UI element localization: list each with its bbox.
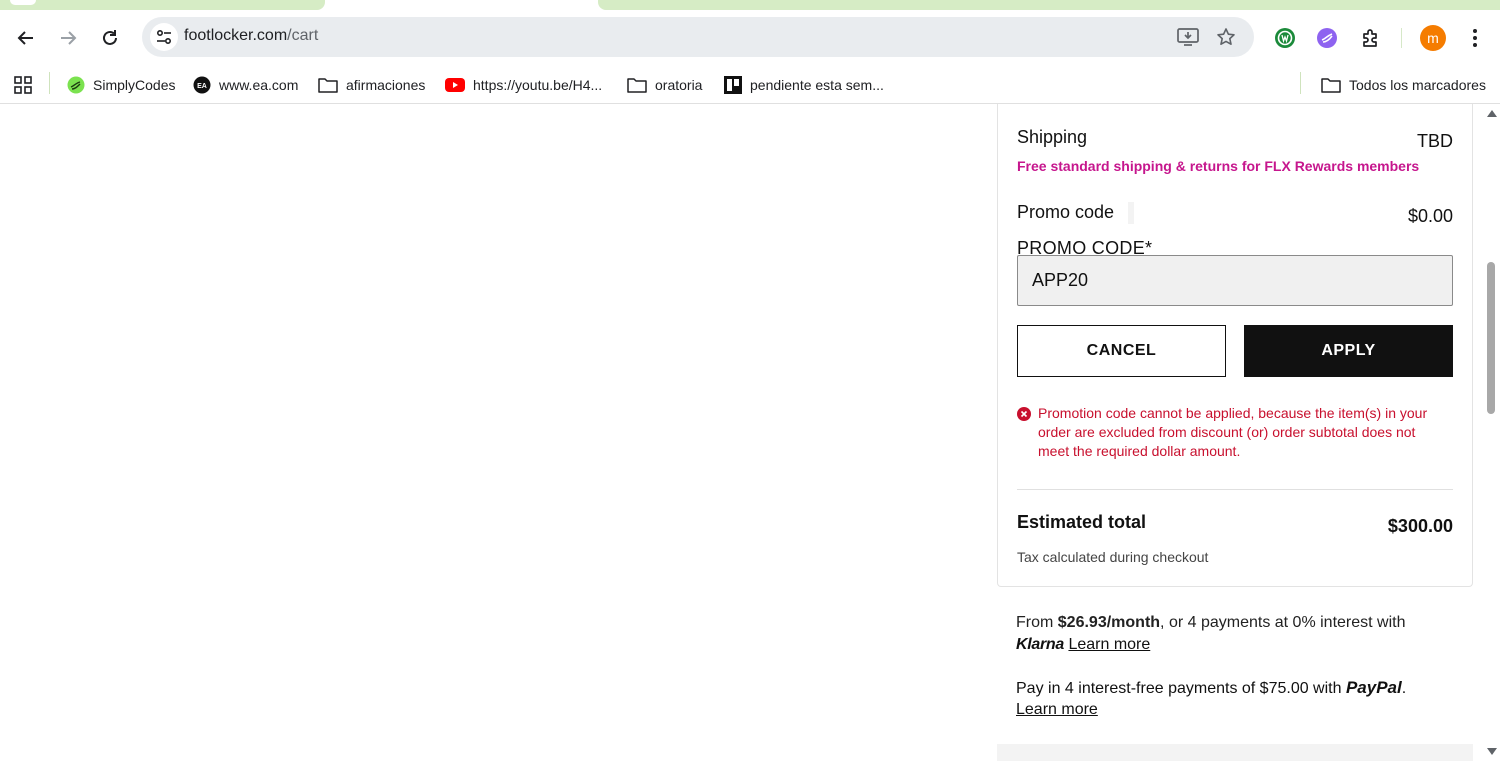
- apps-grid-icon: [14, 76, 32, 94]
- bookmark-label: pendiente esta sem...: [750, 77, 884, 93]
- bookmark-label: afirmaciones: [346, 77, 426, 93]
- browser-menu-button[interactable]: [1463, 26, 1487, 50]
- paypal-message: Pay in 4 interest-free payments of $75.0…: [1016, 677, 1456, 720]
- error-text: Promotion code cannot be applied, becaus…: [1038, 405, 1428, 459]
- bookmark-simplycodes[interactable]: SimplyCodes: [67, 72, 175, 98]
- tax-note: Tax calculated during checkout: [1017, 549, 1209, 565]
- bookmark-label: https://youtu.be/H4...: [473, 77, 603, 93]
- extension-simplycodes-button[interactable]: [1315, 26, 1339, 50]
- shipping-label: Shipping: [1017, 127, 1088, 147]
- apps-button[interactable]: [14, 72, 32, 98]
- bookmark-ea[interactable]: EA www.ea.com: [193, 72, 298, 98]
- free-shipping-note: Free standard shipping & returns for FLX…: [1017, 158, 1420, 174]
- bookmark-trello[interactable]: pendiente esta sem...: [724, 72, 884, 98]
- bookmark-label: SimplyCodes: [93, 77, 176, 93]
- promo-error-message: Promotion code cannot be applied, becaus…: [1017, 404, 1437, 461]
- tune-icon: [156, 29, 172, 45]
- reload-button[interactable]: [94, 22, 126, 54]
- klarna-learn-more-link[interactable]: Learn more: [1068, 636, 1150, 653]
- bookmark-folder-oratoria[interactable]: oratoria: [627, 72, 702, 98]
- trello-icon: [724, 76, 742, 94]
- page-scrollbar[interactable]: [1483, 104, 1500, 761]
- bookmark-label: www.ea.com: [219, 77, 299, 93]
- arrow-left-icon: [17, 31, 33, 45]
- toolbar-separator: [1401, 28, 1402, 48]
- forward-button[interactable]: [52, 22, 84, 54]
- browser-toolbar: footlocker.com/cart m: [0, 10, 1500, 66]
- reload-icon: [103, 30, 117, 45]
- tab-inactive-left[interactable]: [0, 0, 325, 10]
- install-app-button[interactable]: [1176, 25, 1200, 49]
- scroll-up-arrow[interactable]: [1487, 110, 1497, 117]
- estimated-total-value: $300.00: [1387, 516, 1453, 536]
- extension-grammar-button[interactable]: [1273, 26, 1297, 50]
- puzzle-icon: [1363, 29, 1377, 47]
- tab-strip: [0, 0, 1500, 10]
- summary-divider: [1017, 489, 1453, 490]
- url-domain: footlocker.com: [184, 27, 288, 44]
- paypal-period: .: [1401, 680, 1407, 697]
- klarna-prefix: From: [1016, 614, 1058, 631]
- kebab-menu-icon: [1473, 29, 1477, 47]
- folder-icon: [318, 78, 338, 93]
- bookmark-star-button[interactable]: [1214, 25, 1238, 49]
- klarna-message: From $26.93/month, or 4 payments at 0% i…: [1016, 612, 1456, 656]
- promo-code-placeholder-block: [1128, 202, 1134, 224]
- site-info-button[interactable]: [150, 23, 178, 51]
- bookmarks-separator: [49, 72, 50, 94]
- shipping-value: TBD: [1417, 131, 1453, 151]
- promo-code-input[interactable]: [1017, 255, 1453, 306]
- promo-code-value: $0.00: [1407, 206, 1453, 226]
- svg-text:EA: EA: [197, 83, 207, 90]
- extensions-menu-button[interactable]: [1359, 26, 1383, 50]
- klarna-logo: Klarna: [1016, 636, 1064, 653]
- klarna-monthly-amount: $26.93/month: [1057, 614, 1161, 631]
- folder-icon: [1321, 78, 1341, 93]
- order-summary-card: Shipping TBD Free standard shipping & re…: [997, 104, 1473, 587]
- bookmark-folder-afirmaciones[interactable]: afirmaciones: [318, 72, 425, 98]
- tab-favicon-stub: [10, 0, 36, 5]
- cart-page: Shipping TBD Free standard shipping & re…: [0, 104, 1500, 761]
- apply-button[interactable]: APPLY: [1244, 325, 1453, 377]
- klarna-suffix: , or 4 payments at 0% interest with: [1160, 614, 1406, 631]
- scroll-down-arrow[interactable]: [1487, 748, 1497, 755]
- all-bookmarks-label: Todos los marcadores: [1349, 77, 1486, 93]
- url-path: /cart: [287, 27, 319, 44]
- promo-code-label: Promo code: [1017, 202, 1115, 222]
- simplycodes-icon: [67, 76, 85, 94]
- address-bar[interactable]: footlocker.com/cart: [142, 17, 1254, 57]
- bookmarks-bar: SimplyCodes EA www.ea.com afirmaciones h…: [0, 66, 1500, 104]
- all-bookmarks-button[interactable]: Todos los marcadores: [1321, 72, 1486, 98]
- cancel-button[interactable]: CANCEL: [1017, 325, 1226, 377]
- arrow-right-icon: [61, 31, 77, 45]
- profile-avatar[interactable]: m: [1420, 25, 1446, 51]
- paypal-learn-more-link[interactable]: Learn more: [1016, 701, 1098, 718]
- error-circle-icon: [1017, 407, 1031, 421]
- youtube-icon: [445, 78, 465, 92]
- extension-purple-icon: [1317, 28, 1337, 48]
- bookmarks-separator: [1300, 72, 1301, 94]
- star-icon: [1217, 28, 1235, 45]
- ea-icon: EA: [193, 76, 211, 94]
- scroll-thumb[interactable]: [1487, 262, 1495, 414]
- bookmark-youtube[interactable]: https://youtu.be/H4...: [445, 72, 602, 98]
- estimated-total-label: Estimated total: [1017, 512, 1147, 532]
- bookmark-label: oratoria: [655, 77, 703, 93]
- back-button[interactable]: [10, 22, 42, 54]
- extension-green-badge-icon: [1275, 28, 1295, 48]
- folder-icon: [627, 78, 647, 93]
- install-desktop-icon: [1177, 28, 1199, 46]
- paypal-logo: PayPal: [1345, 678, 1402, 697]
- url-text[interactable]: footlocker.com/cart: [184, 27, 318, 45]
- paypal-text: Pay in 4 interest-free payments of $75.0…: [1016, 680, 1346, 697]
- next-section-block: [997, 744, 1473, 761]
- tab-inactive-right[interactable]: [598, 0, 1500, 10]
